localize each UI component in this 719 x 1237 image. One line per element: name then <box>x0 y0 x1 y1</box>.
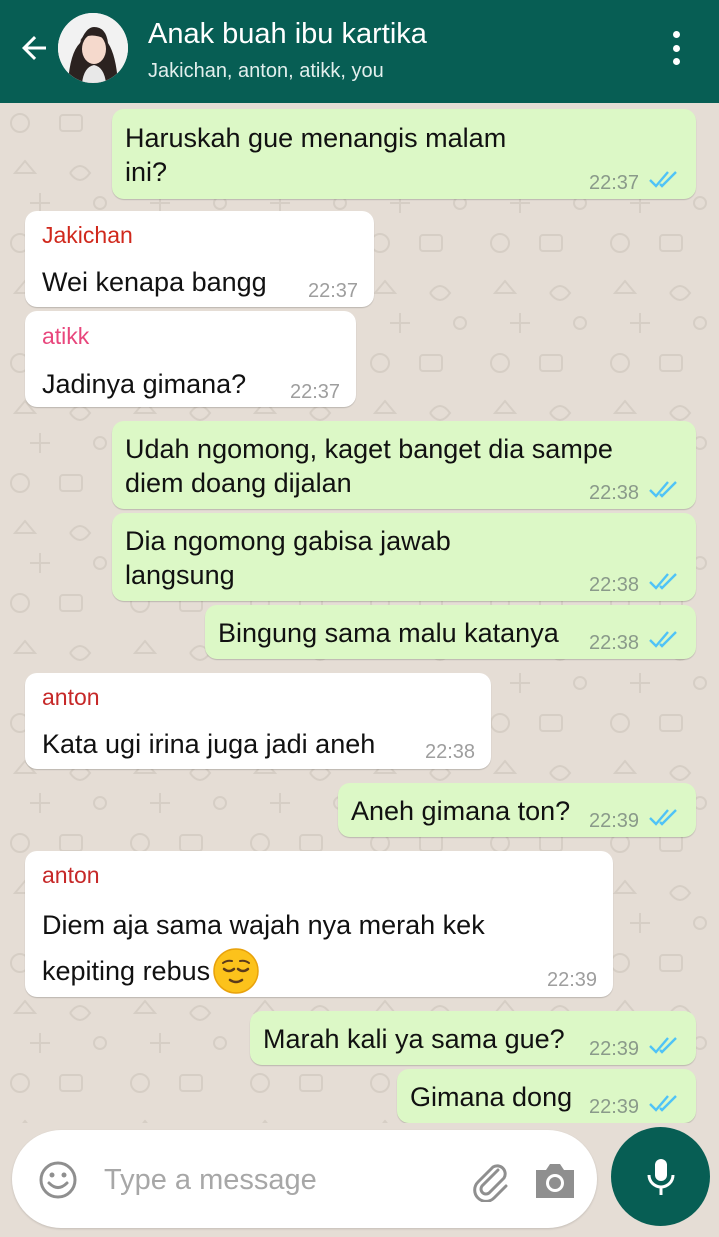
message-time: 22:37 <box>290 381 341 403</box>
message-time: 22:38 <box>589 482 640 504</box>
chat-title[interactable]: Anak buah ibu kartika <box>148 18 427 51</box>
sender-name[interactable]: Jakichan <box>42 222 133 249</box>
message-time: 22:38 <box>589 632 640 654</box>
message-time: 22:38 <box>589 574 640 596</box>
read-ticks-icon <box>649 481 677 498</box>
message-text: Diem aja sama wajah nya merah kek kepiti… <box>42 903 485 995</box>
message-time: 22:39 <box>589 1038 640 1060</box>
message-bubble-outgoing[interactable]: Haruskah gue menangis malam ini? 22:37 <box>112 109 696 199</box>
message-text: Aneh gimana ton? <box>351 796 571 826</box>
read-ticks-icon <box>649 1037 677 1054</box>
message-text: Kata ugi irina juga jadi aneh <box>42 729 376 759</box>
message-time: 22:39 <box>589 810 640 832</box>
message-bubble-outgoing[interactable]: Udah ngomong, kaget banget dia sampe die… <box>112 421 696 509</box>
message-time: 22:37 <box>308 280 359 302</box>
message-time: 22:38 <box>425 741 476 763</box>
chat-header: Anak buah ibu kartika Jakichan, anton, a… <box>0 0 719 103</box>
message-text: Marah kali ya sama gue? <box>263 1024 565 1054</box>
microphone-icon <box>647 1158 674 1195</box>
sender-name[interactable]: atikk <box>42 323 89 350</box>
message-list[interactable]: Haruskah gue menangis malam ini? 22:37 J… <box>0 103 719 1123</box>
smiley-icon[interactable] <box>38 1160 78 1200</box>
message-bubble-outgoing[interactable]: Aneh gimana ton? 22:39 <box>338 783 696 837</box>
message-bubble-incoming[interactable]: anton Kata ugi irina juga jadi aneh 22:3… <box>25 673 491 769</box>
back-button[interactable] <box>12 26 56 70</box>
message-text: Gimana dong <box>410 1082 573 1112</box>
sender-name[interactable]: anton <box>42 684 100 711</box>
message-time: 22:39 <box>589 1096 640 1118</box>
paperclip-icon[interactable] <box>468 1158 512 1202</box>
read-ticks-icon <box>649 573 677 590</box>
read-ticks-icon <box>649 171 677 188</box>
message-input[interactable] <box>104 1162 444 1198</box>
message-bubble-incoming[interactable]: atikk Jadinya gimana? 22:37 <box>25 311 356 407</box>
composer-bar <box>0 1123 719 1237</box>
group-members[interactable]: Jakichan, anton, atikk, you <box>148 60 384 83</box>
voice-record-button[interactable] <box>611 1127 710 1226</box>
message-text: Udah ngomong, kaget banget dia sampe die… <box>125 434 613 498</box>
message-time: 22:39 <box>547 969 598 991</box>
message-text: Bingung sama malu katanya <box>218 618 559 648</box>
read-ticks-icon <box>649 809 677 826</box>
message-bubble-incoming[interactable]: anton Diem aja sama wajah nya merah kek … <box>25 851 613 997</box>
relieved-face-emoji-icon <box>213 948 259 994</box>
message-text: Jadinya gimana? <box>42 369 247 399</box>
sender-name[interactable]: anton <box>42 862 100 889</box>
message-bubble-outgoing[interactable]: Gimana dong 22:39 <box>397 1069 696 1123</box>
more-vertical-icon <box>672 31 680 38</box>
message-text: Wei kenapa bangg <box>42 267 267 297</box>
read-ticks-icon <box>649 1095 677 1112</box>
more-options-button[interactable] <box>658 28 694 68</box>
message-text: Dia ngomong gabisa jawab langsung <box>125 526 451 590</box>
group-avatar[interactable] <box>58 13 128 83</box>
message-time: 22:37 <box>589 172 640 194</box>
arrow-left-icon <box>22 36 46 60</box>
message-text: Haruskah gue menangis malam ini? <box>125 123 507 187</box>
read-ticks-icon <box>649 631 677 648</box>
message-bubble-incoming[interactable]: Jakichan Wei kenapa bangg 22:37 <box>25 211 374 307</box>
message-input-box[interactable] <box>12 1130 597 1228</box>
message-bubble-outgoing[interactable]: Marah kali ya sama gue? 22:39 <box>250 1011 696 1065</box>
message-bubble-outgoing[interactable]: Dia ngomong gabisa jawab langsung 22:38 <box>112 513 696 601</box>
camera-icon[interactable] <box>532 1160 578 1200</box>
message-bubble-outgoing[interactable]: Bingung sama malu katanya 22:38 <box>205 605 696 659</box>
